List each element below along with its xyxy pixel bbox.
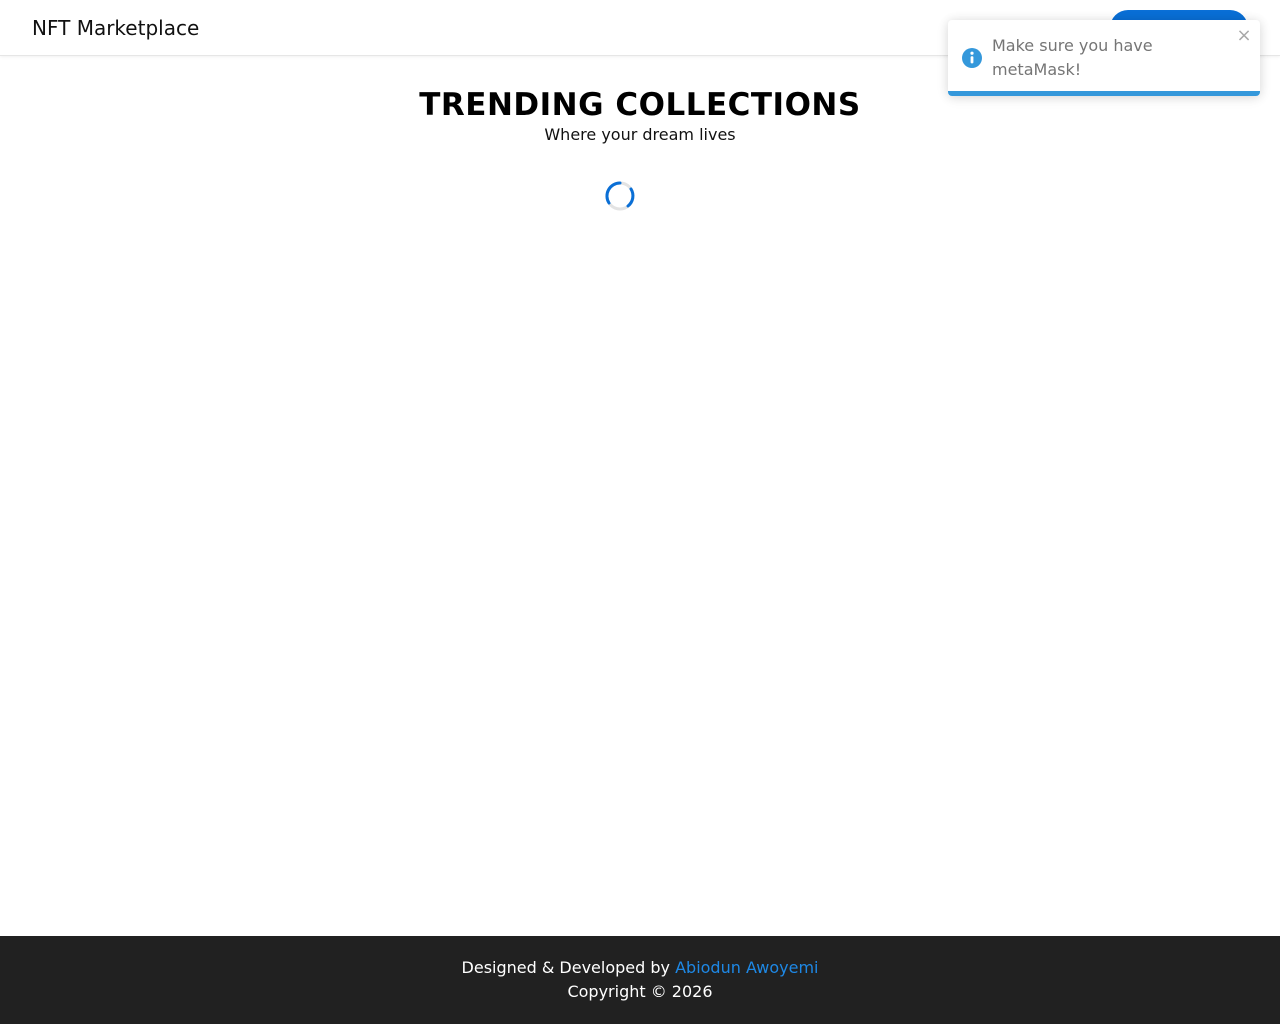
footer-credit-prefix: Designed & Developed by: [461, 958, 676, 977]
footer-copyright: Copyright © 2026: [567, 982, 713, 1001]
page-subtitle: Where your dream lives: [544, 125, 736, 144]
footer: Designed & Developed by Abiodun Awoyemi …: [0, 936, 1280, 1024]
spinner-icon: [605, 181, 635, 211]
toast-progress-bar: [948, 91, 1260, 96]
info-icon: [962, 48, 982, 68]
notification-toast[interactable]: Make sure you have metaMask! ×: [948, 20, 1260, 96]
author-link[interactable]: Abiodun Awoyemi: [675, 958, 818, 977]
footer-credit: Designed & Developed by Abiodun Awoyemi: [0, 956, 1280, 980]
brand-title[interactable]: NFT Marketplace: [32, 15, 199, 41]
toast-message: Make sure you have metaMask!: [992, 36, 1153, 79]
close-icon[interactable]: ×: [1234, 26, 1254, 46]
